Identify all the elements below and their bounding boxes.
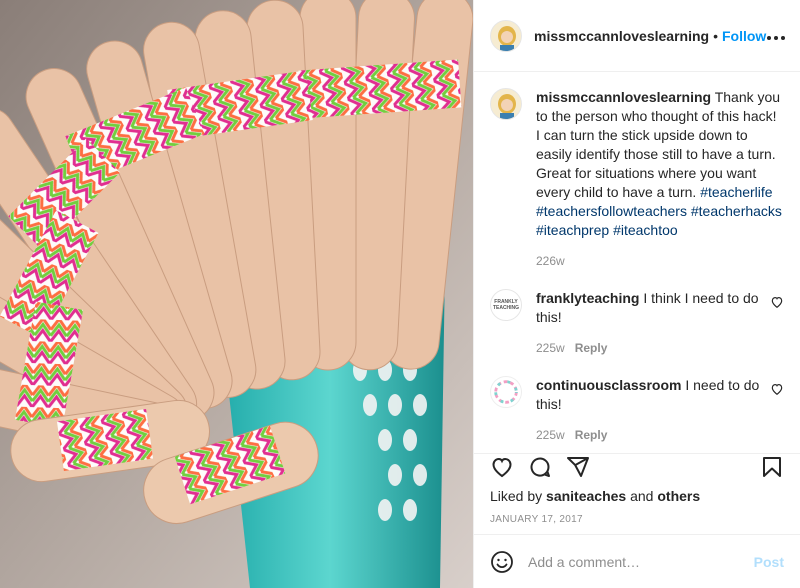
likes-prefix: Liked by — [490, 488, 547, 504]
post-header: missmccannloveslearning • Follow — [474, 0, 800, 72]
comment-timestamp[interactable]: 225w — [536, 428, 565, 442]
share-icon[interactable] — [566, 455, 590, 479]
post-side-panel: missmccannloveslearning • Follow missmcc… — [473, 0, 800, 588]
hashtag-link[interactable]: #teachersfollowteachers — [536, 203, 687, 219]
comment-like-heart-icon[interactable] — [770, 382, 784, 396]
commenter-avatar[interactable]: FRANKLY TEACHING — [490, 289, 522, 321]
comment-username[interactable]: continuousclassroom — [536, 377, 681, 393]
comment-input[interactable] — [528, 553, 754, 570]
heart-icon[interactable] — [490, 455, 514, 479]
comment-meta: 225w Reply — [536, 339, 766, 358]
caption-age: 226w — [536, 252, 784, 271]
caption-row: missmccannloveslearning Thank you to the… — [490, 88, 784, 271]
commenter-avatar-logo: FRANKLY TEACHING — [492, 299, 520, 311]
likes-middle: and — [626, 488, 658, 504]
post-comment-button[interactable]: Post — [754, 554, 784, 570]
comment-row: FRANKLY TEACHING franklyteaching I think… — [490, 289, 784, 358]
comment-row: continuousclassroom I need to do this! 2… — [490, 376, 784, 445]
comment-meta: 225w Reply — [536, 426, 766, 445]
comment-timestamp[interactable]: 225w — [536, 341, 565, 355]
header-separator: • — [713, 27, 718, 44]
comment-icon[interactable] — [528, 455, 552, 479]
add-comment-bar: Post — [474, 534, 800, 588]
follow-button[interactable]: Follow — [722, 28, 766, 44]
reply-button[interactable]: Reply — [575, 341, 608, 355]
post-photo-illustration — [0, 0, 473, 588]
post-date[interactable]: JANUARY 17, 2017 — [490, 514, 583, 525]
more-icon[interactable] — [766, 25, 786, 46]
caption-avatar[interactable] — [490, 88, 522, 120]
post-image[interactable] — [0, 0, 473, 588]
action-bar — [490, 452, 784, 482]
emoji-icon[interactable] — [490, 550, 514, 574]
likes-others-link[interactable]: others — [657, 488, 700, 504]
hashtag-link[interactable]: #iteachtoo — [613, 222, 678, 238]
commenter-avatar-logo-ring — [494, 380, 518, 404]
author-avatar[interactable] — [490, 19, 522, 52]
comment-like-heart-icon[interactable] — [770, 295, 784, 309]
caption-timestamp[interactable]: 226w — [536, 254, 565, 268]
hashtag-link[interactable]: #teacherhacks — [691, 203, 782, 219]
reply-button[interactable]: Reply — [575, 428, 608, 442]
comments-section: missmccannloveslearning Thank you to the… — [474, 72, 800, 454]
caption-username[interactable]: missmccannloveslearning — [536, 89, 711, 105]
liker-username[interactable]: saniteaches — [546, 488, 626, 504]
hashtag-link[interactable]: #teacherlife — [700, 184, 772, 200]
likes-summary: Liked by saniteaches and others — [490, 488, 700, 504]
comment-username[interactable]: franklyteaching — [536, 290, 639, 306]
author-username[interactable]: missmccannloveslearning — [534, 28, 709, 44]
commenter-avatar[interactable] — [490, 376, 522, 408]
hashtag-link[interactable]: #iteachprep — [536, 222, 609, 238]
avatar-illustration — [491, 20, 521, 51]
bookmark-icon[interactable] — [760, 455, 784, 479]
